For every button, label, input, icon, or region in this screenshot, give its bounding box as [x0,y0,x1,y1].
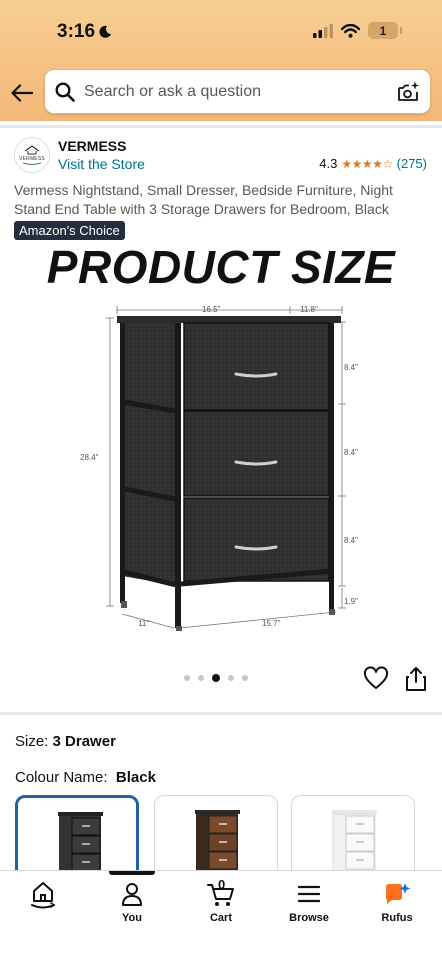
nav-you-label: You [122,912,142,924]
nav-cart[interactable]: 0 Cart [186,877,256,924]
product-title: Vermess Nightstand, Small Dresser, Bedsi… [14,182,393,217]
visit-store-link[interactable]: Visit the Store [58,156,145,172]
status-time-text: 3:16 [57,21,96,42]
nightstand-drawing [117,316,341,631]
rating-value: 4.3 [319,156,338,171]
wifi-icon [341,23,360,38]
cart-count-badge: 0 [218,877,226,892]
store-name: VERMESS [58,138,127,154]
colour-selector-label: Colour Name: Black [15,769,156,786]
house-logo-icon [24,144,40,154]
home-icon [31,882,56,909]
store-logo[interactable]: VERMESS [14,137,50,173]
heart-icon[interactable] [363,666,389,692]
search-bar[interactable]: Search or ask a question [44,69,431,114]
colour-label: Colour Name: [15,769,108,786]
carousel-dot[interactable] [242,675,248,681]
star-rating-icon: ★★★★☆ [341,156,393,171]
nav-rufus[interactable]: Rufus [362,879,432,924]
rating-summary[interactable]: 4.3 ★★★★☆ (275) [319,156,427,171]
rufus-icon [386,883,411,904]
nav-rufus-label: Rufus [381,912,413,924]
dim-drawer-3: 8.4" [344,536,358,545]
size-label: Size: [15,733,49,750]
dim-drawer-1: 8.4" [344,363,358,372]
battery-icon: 1 [368,22,402,39]
amazons-choice-badge: Amazon's Choice [14,221,125,240]
product-image[interactable]: 16.5" 11.8" 28.4" 8.4" 8.4" 8.4" 1.9" 11… [80,296,380,636]
nav-home[interactable] [8,879,78,912]
camera-sparkle-icon [398,81,419,101]
status-icons: 1 [313,22,402,39]
battery-level: 1 [379,23,387,38]
carousel-dot[interactable] [228,675,234,681]
carousel-dot-active[interactable] [212,674,220,682]
logo-swoosh-icon [22,162,42,165]
review-count[interactable]: (275) [397,156,427,171]
dim-drawer-2: 8.4" [344,448,358,457]
size-value: 3 Drawer [52,733,116,750]
colour-value: Black [115,769,156,786]
share-icon[interactable] [404,666,428,692]
dim-foot: 1.9" [344,597,358,606]
camera-search-button[interactable] [396,80,420,104]
dim-height: 28.4" [80,453,99,462]
size-selector-label: Size: 3 Drawer [15,733,116,750]
top-header: 3:16 1 Search or ask a question [0,0,442,121]
dim-base-depth: 11" [138,619,149,628]
back-arrow-icon [11,84,33,102]
status-time: 3:16 [57,21,112,43]
active-tab-indicator [109,871,155,875]
search-input[interactable]: Search or ask a question [84,83,396,101]
carousel-dots[interactable] [184,674,248,682]
nav-you[interactable]: You [97,879,167,924]
dim-base-width: 15.7" [262,619,281,628]
search-icon [55,81,75,102]
dim-top-width: 16.5" [202,305,221,314]
back-button[interactable] [9,80,35,106]
carousel-dot[interactable] [184,675,190,681]
person-icon [122,883,142,906]
product-image-heading: PRODUCT SIZE [46,241,396,293]
dim-top-depth: 11.8" [300,305,318,314]
nav-browse[interactable]: Browse [274,879,344,924]
moon-icon [99,25,112,38]
menu-icon [298,885,320,903]
section-divider [0,712,442,715]
carousel-dot[interactable] [198,675,204,681]
nav-browse-label: Browse [289,912,329,924]
bottom-navigation: You 0 Cart Browse Rufus [0,870,442,960]
signal-icon [313,23,333,38]
nav-cart-label: Cart [209,912,232,924]
header-divider [0,125,442,128]
